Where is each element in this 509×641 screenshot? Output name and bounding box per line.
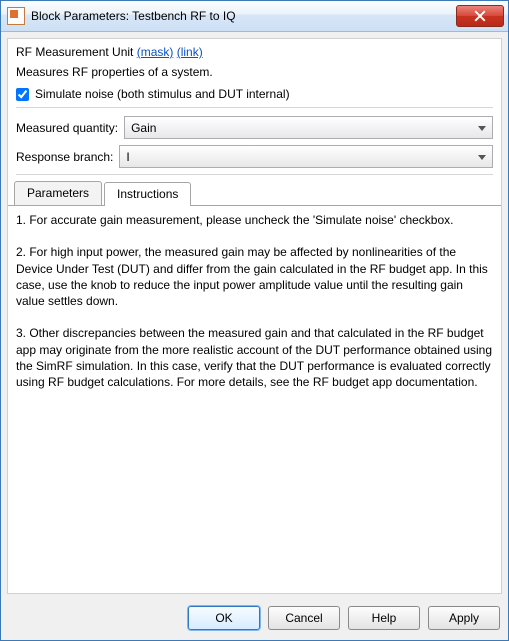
simulate-noise-label: Simulate noise (both stimulus and DUT in…	[35, 87, 290, 101]
ok-button[interactable]: OK	[188, 606, 260, 630]
apply-button[interactable]: Apply	[428, 606, 500, 630]
measured-quantity-value: Gain	[131, 121, 156, 135]
app-icon	[7, 7, 25, 25]
instruction-1: 1. For accurate gain measurement, please…	[16, 212, 493, 228]
response-branch-label: Response branch:	[16, 150, 113, 164]
window-title: Block Parameters: Testbench RF to IQ	[31, 9, 456, 23]
response-branch-row: Response branch: I	[16, 145, 493, 168]
mask-description: Measures RF properties of a system.	[16, 65, 493, 79]
separator	[16, 107, 493, 108]
close-button[interactable]	[456, 5, 504, 27]
mask-header-prefix: RF Measurement Unit	[16, 45, 137, 59]
tab-strip: Parameters Instructions	[14, 181, 501, 205]
close-icon	[474, 10, 486, 22]
simulate-noise-checkbox[interactable]	[16, 88, 29, 101]
mask-section: RF Measurement Unit (mask) (link) Measur…	[8, 39, 501, 175]
button-bar: OK Cancel Help Apply	[1, 600, 508, 640]
cancel-button[interactable]: Cancel	[268, 606, 340, 630]
simulate-noise-row: Simulate noise (both stimulus and DUT in…	[16, 87, 493, 101]
mask-header: RF Measurement Unit (mask) (link)	[16, 45, 493, 59]
response-branch-value: I	[126, 150, 129, 164]
measured-quantity-dropdown[interactable]: Gain	[124, 116, 493, 139]
instruction-2: 2. For high input power, the measured ga…	[16, 244, 493, 309]
client-area: RF Measurement Unit (mask) (link) Measur…	[7, 38, 502, 594]
measured-quantity-row: Measured quantity: Gain	[16, 116, 493, 139]
tab-instructions[interactable]: Instructions	[104, 182, 191, 206]
help-link[interactable]: (link)	[177, 45, 203, 59]
separator	[16, 174, 493, 175]
dialog-window: Block Parameters: Testbench RF to IQ RF …	[0, 0, 509, 641]
mask-link[interactable]: (mask)	[137, 45, 174, 59]
instruction-3: 3. Other discrepancies between the measu…	[16, 325, 493, 390]
titlebar[interactable]: Block Parameters: Testbench RF to IQ	[1, 1, 508, 32]
help-button[interactable]: Help	[348, 606, 420, 630]
tab-parameters[interactable]: Parameters	[14, 181, 102, 205]
tab-body-instructions: 1. For accurate gain measurement, please…	[8, 205, 501, 593]
response-branch-dropdown[interactable]: I	[119, 145, 493, 168]
measured-quantity-label: Measured quantity:	[16, 121, 118, 135]
